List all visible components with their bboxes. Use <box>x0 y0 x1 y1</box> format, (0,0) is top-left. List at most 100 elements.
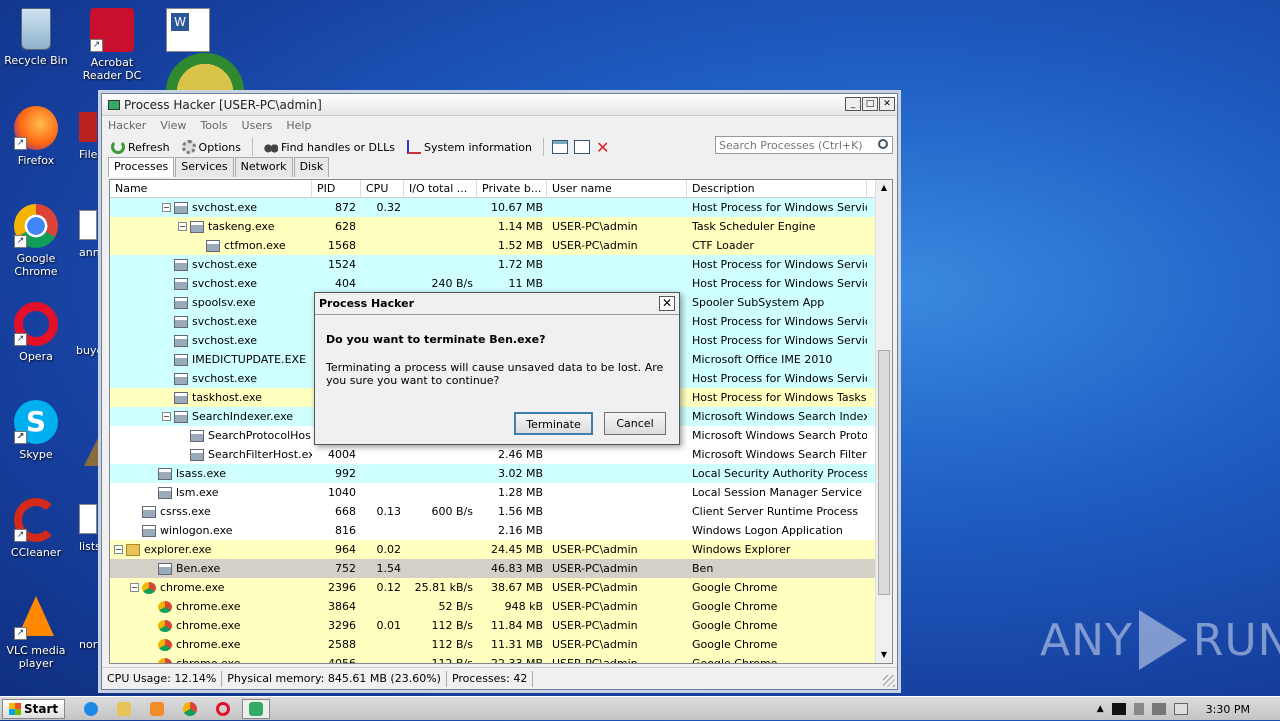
tree-collapse-icon[interactable]: − <box>130 583 139 592</box>
process-row[interactable]: SearchFilterHost.exe 4004 2.46 MB Microsoft… <box>110 445 892 464</box>
process-row[interactable]: csrss.exe 668 0.13 600 B/s 1.56 MB Client Ser… <box>110 502 892 521</box>
window-titlebar[interactable]: Process Hacker [USER-PC\admin] _ □ ✕ <box>102 94 897 116</box>
process-name: spoolsv.exe <box>192 296 256 309</box>
desktop-icon-partial-lists[interactable]: lists <box>79 504 101 553</box>
column-header-io[interactable]: I/O total ... <box>404 180 477 197</box>
dialog-message: Terminating a process will cause unsaved… <box>326 361 664 387</box>
scroll-down-arrow[interactable]: ▼ <box>876 647 892 663</box>
scroll-up-arrow[interactable]: ▲ <box>876 180 892 196</box>
cell-io <box>404 483 477 502</box>
network-icon[interactable] <box>1151 703 1166 715</box>
flag-icon[interactable] <box>1173 703 1188 715</box>
menu-view[interactable]: View <box>160 119 186 132</box>
desktop-icon-partial-buye[interactable]: buye <box>76 308 103 357</box>
column-header-name[interactable]: Name <box>110 180 312 197</box>
system-information-button[interactable]: System information <box>404 138 535 156</box>
desktop-icon-skype[interactable]: S ↗ Skype <box>0 400 72 461</box>
start-button[interactable]: Start <box>2 698 66 719</box>
taskbar-media-player[interactable] <box>143 699 171 719</box>
options-button[interactable]: Options <box>179 138 244 156</box>
tree-collapse-icon[interactable]: − <box>162 203 171 212</box>
close-button[interactable]: ✕ <box>879 97 895 111</box>
column-header-user[interactable]: User name <box>547 180 687 197</box>
show-hidden-icons-icon[interactable]: ▲ <box>1097 704 1104 714</box>
desktop-icon-partial-nort[interactable]: nort <box>79 602 102 651</box>
taskbar-explorer[interactable] <box>110 699 138 719</box>
column-header-cpu[interactable]: CPU <box>361 180 404 197</box>
word-file-icon[interactable]: W <box>166 8 210 52</box>
desktop-icon-chrome[interactable]: ↗ Google Chrome <box>0 204 72 278</box>
cell-pid: 964 <box>335 543 356 556</box>
column-header-description[interactable]: Description <box>687 180 867 197</box>
process-name: ctfmon.exe <box>224 239 286 252</box>
cell-priv: 22.33 MB <box>490 657 543 664</box>
menu-users[interactable]: Users <box>242 119 273 132</box>
taskbar-ie[interactable] <box>77 699 105 719</box>
internet-explorer-icon <box>84 701 99 716</box>
process-name: SearchProtocolHos... <box>208 429 312 442</box>
resize-grip-icon[interactable] <box>883 675 895 687</box>
dialog-close-button[interactable]: ✕ <box>659 296 675 311</box>
minimize-button[interactable]: _ <box>845 97 861 111</box>
process-row[interactable]: chrome.exe 3864 52 B/s 948 kB USER-PC\admin G… <box>110 597 892 616</box>
process-row[interactable]: lsm.exe 1040 1.28 MB Local Session Manager … <box>110 483 892 502</box>
tab-services[interactable]: Services <box>175 157 234 177</box>
search-processes-input[interactable]: Search Processes (Ctrl+K) <box>715 136 893 154</box>
menu-tools[interactable]: Tools <box>200 119 227 132</box>
window-icon[interactable] <box>551 140 568 154</box>
menu-hacker[interactable]: Hacker <box>108 119 146 132</box>
terminate-icon[interactable]: ✕ <box>596 138 609 157</box>
desktop-icon-opera[interactable]: ↗ Opera <box>0 302 72 363</box>
dialog-titlebar[interactable]: Process Hacker <box>315 293 679 315</box>
column-header-pid[interactable]: PID <box>312 180 361 197</box>
process-row[interactable]: − explorer.exe 964 0.02 24.45 MB USER-PC\admi… <box>110 540 892 559</box>
desktop-icon-firefox[interactable]: ↗ Firefox <box>0 106 72 167</box>
tree-collapse-icon[interactable]: − <box>162 412 171 421</box>
process-name: svchost.exe <box>192 258 258 271</box>
process-row[interactable]: − chrome.exe 2396 0.12 25.81 kB/s 38.67 MB USE… <box>110 578 892 597</box>
clock[interactable]: 3:30 PM <box>1206 703 1250 716</box>
cancel-button[interactable]: Cancel <box>604 412 666 435</box>
tab-disk[interactable]: Disk <box>293 157 330 177</box>
column-header-private-bytes[interactable]: Private b... <box>477 180 547 197</box>
cell-io <box>404 217 477 236</box>
volume-icon[interactable] <box>1133 703 1144 715</box>
taskbar-chrome[interactable] <box>176 699 204 719</box>
taskbar-process-hacker[interactable] <box>242 698 271 719</box>
process-row[interactable]: svchost.exe 1524 1.72 MB Host Process for W… <box>110 255 892 274</box>
scroll-thumb[interactable] <box>878 350 890 595</box>
tab-processes[interactable]: Processes <box>108 157 175 177</box>
vertical-scrollbar[interactable]: ▲ ▼ <box>875 180 892 663</box>
process-row[interactable]: ctfmon.exe 1568 1.52 MB USER-PC\admin CTF Lo… <box>110 236 892 255</box>
process-icon <box>158 467 172 480</box>
find-window-icon[interactable] <box>573 140 590 154</box>
tree-collapse-icon[interactable]: − <box>114 545 123 554</box>
tree-collapse-icon[interactable]: − <box>178 222 187 231</box>
desktop-icon-vlc[interactable]: ↗ VLC media player <box>0 596 72 670</box>
desktop-icon-acrobat[interactable]: ↗ Acrobat Reader DC <box>76 8 148 82</box>
process-row[interactable]: svchost.exe 404 240 B/s 11 MB Host Process f… <box>110 274 892 293</box>
process-row[interactable]: chrome.exe 3296 0.01 112 B/s 11.84 MB USER-PC… <box>110 616 892 635</box>
process-row[interactable]: chrome.exe 2588 112 B/s 11.31 MB USER-PC\adm… <box>110 635 892 654</box>
process-row[interactable]: chrome.exe 4056 112 B/s 22.33 MB USER-PC\adm… <box>110 654 892 664</box>
desktop-icon-ccleaner[interactable]: ↗ CCleaner <box>0 498 72 559</box>
cell-io: 240 B/s <box>431 277 473 290</box>
process-row[interactable]: lsass.exe 992 3.02 MB Local Security Author… <box>110 464 892 483</box>
find-handles-button[interactable]: Find handles or DLLs <box>261 138 398 156</box>
window-title: Process Hacker [USER-PC\admin] <box>124 97 322 112</box>
process-row[interactable]: − taskeng.exe 628 1.14 MB USER-PC\admin Task … <box>110 217 892 236</box>
process-row[interactable]: − svchost.exe 872 0.32 10.67 MB Host Process … <box>110 198 892 217</box>
maximize-button[interactable]: □ <box>862 97 878 111</box>
console-tray-icon[interactable] <box>1111 703 1126 715</box>
tab-network[interactable]: Network <box>234 157 293 177</box>
process-row[interactable]: Ben.exe 752 1.54 46.83 MB USER-PC\admin Ben <box>110 559 892 578</box>
process-name: chrome.exe <box>160 581 225 594</box>
process-name: chrome.exe <box>176 638 241 651</box>
desktop-icon-recycle-bin[interactable]: Recycle Bin <box>0 8 72 67</box>
refresh-button[interactable]: Refresh <box>108 138 173 156</box>
process-row[interactable]: winlogon.exe 816 2.16 MB Windows Logon Appl… <box>110 521 892 540</box>
terminate-button[interactable]: Terminate <box>514 412 593 435</box>
taskbar-opera[interactable] <box>209 699 237 719</box>
menu-help[interactable]: Help <box>286 119 311 132</box>
cell-user <box>547 198 687 217</box>
